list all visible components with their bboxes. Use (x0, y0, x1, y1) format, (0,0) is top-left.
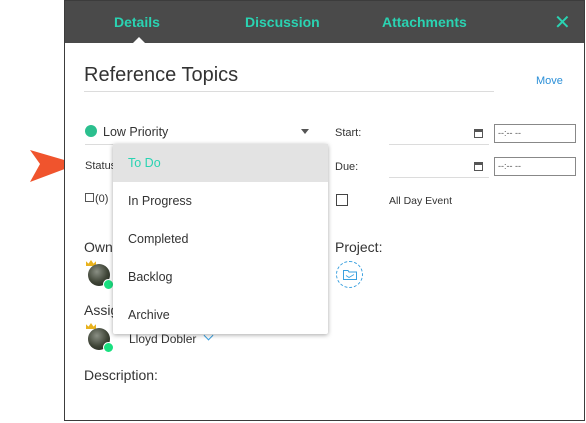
move-link[interactable]: Move (536, 75, 563, 87)
project-label: Project: (335, 239, 383, 255)
status-option-to-do[interactable]: To Do (113, 144, 328, 182)
all-day-checkbox[interactable] (336, 194, 348, 206)
tab-attachments[interactable]: Attachments (382, 1, 467, 43)
tab-discussion[interactable]: Discussion (245, 1, 320, 43)
tab-bar: Details Discussion Attachments ✕ (65, 1, 584, 44)
calendar-icon[interactable] (474, 129, 483, 138)
close-icon[interactable]: ✕ (554, 10, 571, 34)
assignee-name[interactable]: Lloyd Dobler (129, 332, 196, 346)
calendar-icon[interactable] (474, 162, 483, 171)
status-option-backlog[interactable]: Backlog (113, 258, 328, 296)
due-time-input[interactable]: --:-- -- (494, 157, 576, 176)
start-time-input[interactable]: --:-- -- (494, 124, 576, 143)
start-label: Start: (335, 127, 362, 139)
all-day-label: All Day Event (389, 195, 453, 207)
status-option-archive[interactable]: Archive (113, 296, 328, 334)
chevron-down-icon[interactable] (301, 129, 309, 134)
status-option-completed[interactable]: Completed (113, 220, 328, 258)
folder-icon (343, 270, 357, 280)
status-dropdown[interactable]: To Do In Progress Completed Backlog Arch… (113, 144, 328, 334)
priority-select[interactable]: Low Priority (103, 125, 168, 139)
status-label: Status (85, 160, 117, 172)
project-folder-button[interactable] (336, 261, 363, 288)
notes-count-text: (0) (95, 193, 109, 205)
priority-dot-icon (85, 125, 97, 137)
description-label: Description: (84, 367, 158, 383)
active-tab-indicator (132, 37, 146, 44)
title-underline (84, 91, 494, 92)
due-date-field[interactable] (389, 177, 489, 178)
due-label: Due: (335, 161, 359, 173)
notes-icon (85, 193, 94, 202)
online-status-icon (103, 342, 114, 353)
status-option-in-progress[interactable]: In Progress (113, 182, 328, 220)
notes-count[interactable]: (0) (85, 193, 108, 205)
task-title[interactable]: Reference Topics (84, 64, 238, 87)
start-date-field[interactable] (389, 144, 489, 145)
